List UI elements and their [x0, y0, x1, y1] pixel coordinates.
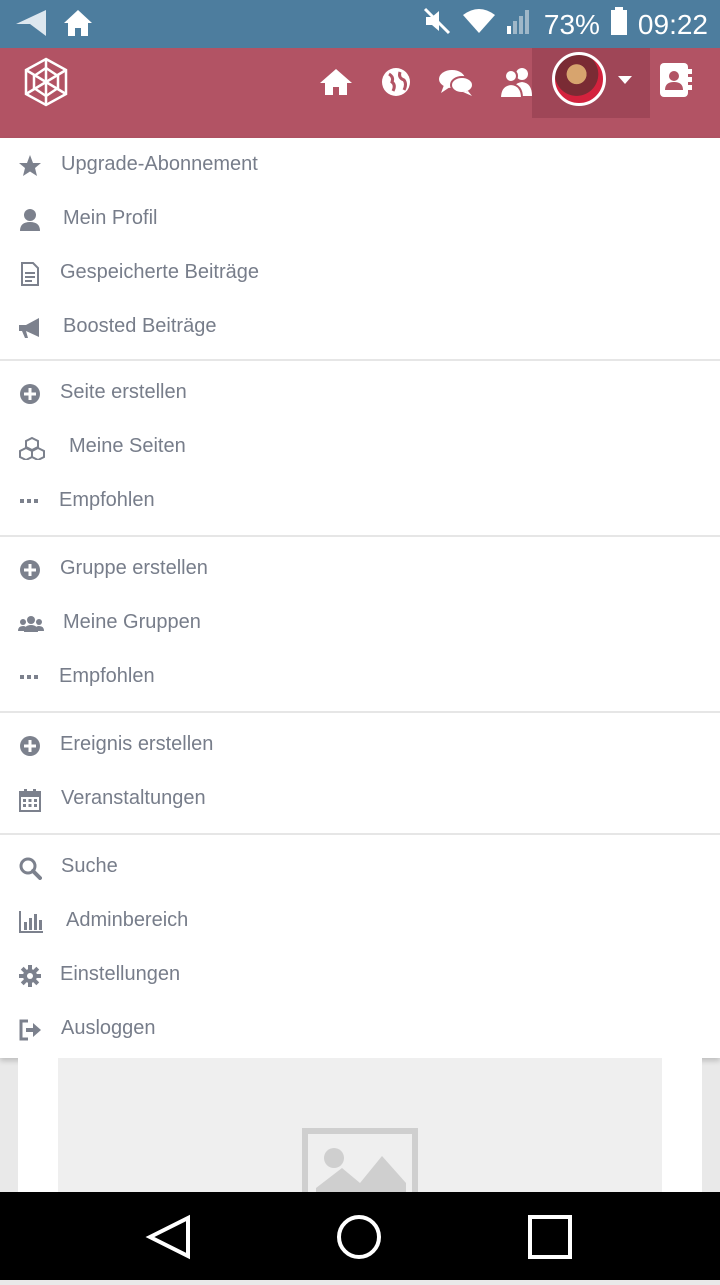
user-menu-toggle[interactable] — [532, 48, 650, 118]
image-placeholder — [58, 1058, 662, 1192]
bar-chart-icon — [18, 910, 43, 934]
cubes-icon — [18, 436, 45, 462]
wifi-icon — [462, 7, 496, 42]
globe-icon[interactable] — [378, 64, 414, 100]
menu-item-logout[interactable]: Ausloggen — [0, 1002, 720, 1056]
menu-item-events[interactable]: Veranstaltungen — [0, 772, 720, 826]
user-dropdown-menu: Upgrade-Abonnement Mein Profil Gespeiche… — [0, 138, 720, 1058]
document-icon — [18, 262, 42, 286]
top-app-bar — [0, 48, 720, 138]
gear-icon — [18, 964, 42, 988]
menu-item-create-event[interactable]: Ereignis erstellen — [0, 718, 720, 772]
status-bar: 73% 09:22 — [0, 0, 720, 48]
menu-item-create-page[interactable]: Seite erstellen — [0, 366, 720, 420]
clock: 09:22 — [637, 8, 708, 40]
logout-icon — [18, 1018, 42, 1042]
ellipsis-icon — [18, 666, 42, 690]
avatar[interactable] — [552, 52, 606, 106]
system-nav-bar — [0, 1192, 720, 1280]
menu-item-boosted-posts[interactable]: Boosted Beiträge — [0, 300, 720, 354]
home-icon[interactable] — [318, 64, 354, 100]
plus-circle-icon — [18, 558, 42, 582]
menu-item-saved-posts[interactable]: Gespeicherte Beiträge — [0, 246, 720, 300]
menu-divider — [0, 833, 720, 835]
image-icon — [302, 1128, 418, 1192]
ellipsis-icon — [18, 490, 42, 514]
menu-item-my-pages[interactable]: Meine Seiten — [0, 420, 720, 474]
home-icon — [62, 8, 94, 43]
menu-item-create-group[interactable]: Gruppe erstellen — [0, 542, 720, 596]
contacts-icon[interactable] — [658, 62, 696, 100]
menu-item-recommended-groups[interactable]: Empfohlen — [0, 650, 720, 704]
chevron-down-icon — [618, 76, 632, 84]
post-card — [18, 1058, 702, 1192]
menu-item-settings[interactable]: Einstellungen — [0, 948, 720, 1002]
calendar-icon — [18, 788, 42, 812]
menu-divider — [0, 711, 720, 713]
recents-icon[interactable] — [528, 1215, 572, 1259]
home-circle-icon[interactable] — [337, 1215, 381, 1259]
menu-item-search[interactable]: Suche — [0, 840, 720, 894]
battery-percent: 73% — [543, 8, 600, 40]
plus-circle-icon — [18, 734, 42, 758]
chat-icon[interactable] — [438, 64, 474, 100]
menu-item-recommended-pages[interactable]: Empfohlen — [0, 474, 720, 528]
menu-item-my-groups[interactable]: Meine Gruppen — [0, 596, 720, 650]
mute-icon — [422, 6, 452, 43]
menu-divider — [0, 535, 720, 537]
back-icon[interactable] — [145, 1214, 190, 1260]
plus-circle-icon — [18, 382, 42, 406]
battery-icon — [610, 6, 628, 43]
friends-icon[interactable] — [498, 64, 534, 100]
menu-item-upgrade[interactable]: Upgrade-Abonnement — [0, 138, 720, 192]
menu-item-profile[interactable]: Mein Profil — [0, 192, 720, 246]
signal-icon — [506, 6, 534, 43]
search-icon — [18, 856, 42, 880]
menu-divider — [0, 359, 720, 361]
star-icon — [18, 154, 42, 178]
menu-item-admin[interactable]: Adminbereich — [0, 894, 720, 948]
users-icon — [18, 612, 44, 636]
megaphone-icon — [18, 316, 42, 340]
navigation-icon — [14, 8, 48, 43]
app-logo[interactable] — [20, 56, 72, 108]
user-icon — [18, 208, 42, 232]
